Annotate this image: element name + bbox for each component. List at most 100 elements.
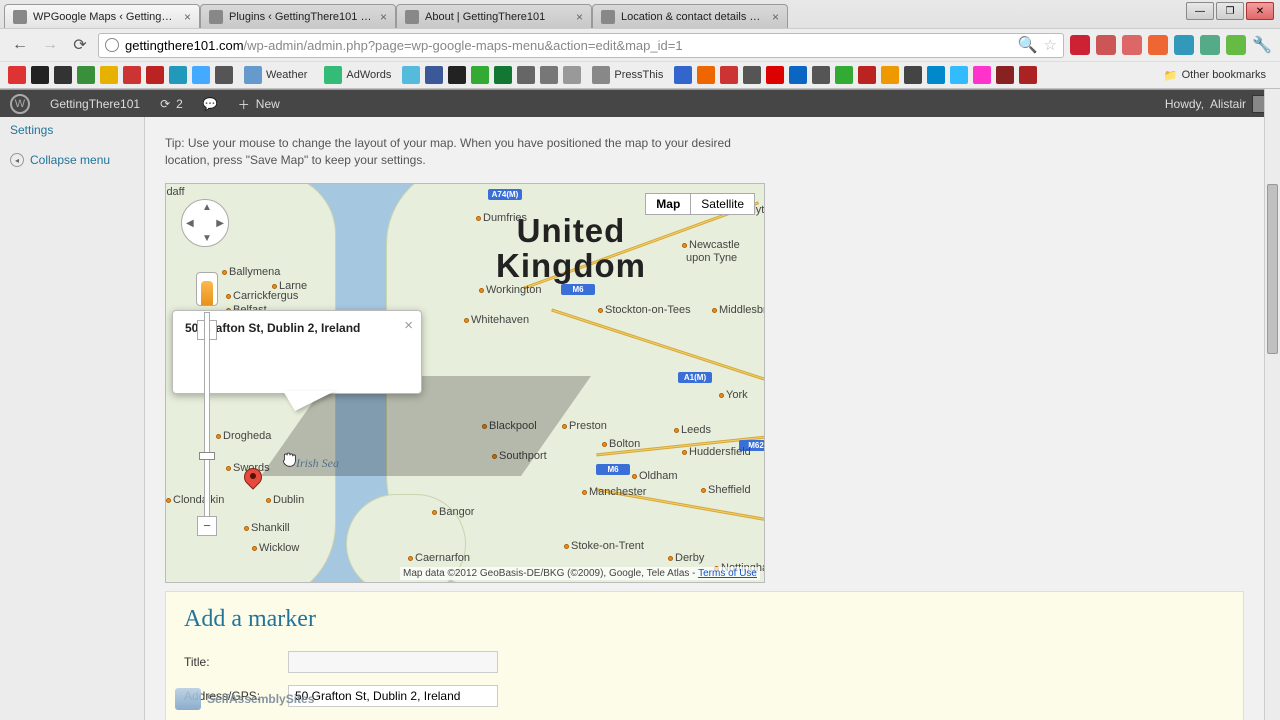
bookmark-star-icon[interactable]: ☆ [1044, 36, 1057, 54]
window-maximize-button[interactable]: ❐ [1216, 2, 1244, 20]
extension-icon[interactable] [1096, 35, 1116, 55]
bookmark-icon[interactable] [540, 66, 558, 84]
url-text[interactable]: gettingthere101.com/wp-admin/admin.php?p… [125, 38, 1012, 53]
bookmark-icon[interactable] [973, 66, 991, 84]
bookmark-icon[interactable] [123, 66, 141, 84]
adminbar-site-name[interactable]: GettingThere101 [40, 90, 150, 118]
bookmark-icon[interactable] [402, 66, 420, 84]
tab-close-icon[interactable]: × [380, 10, 387, 24]
pan-right-icon[interactable]: ▶ [216, 218, 224, 229]
address-input[interactable] [288, 685, 498, 707]
city-label: Huddersfield [682, 446, 751, 458]
extension-icon[interactable] [1174, 35, 1194, 55]
extension-icon[interactable] [1226, 35, 1246, 55]
title-input[interactable] [288, 651, 498, 673]
bookmark-icon[interactable] [674, 66, 692, 84]
bookmark-icon[interactable] [835, 66, 853, 84]
action-icon[interactable]: 🔍 [1018, 35, 1038, 55]
bookmark-icon[interactable] [77, 66, 95, 84]
bookmark-icon[interactable] [448, 66, 466, 84]
browser-tab-2[interactable]: Plugins ‹ GettingThere101 — W× [200, 4, 396, 28]
extension-icon[interactable] [1148, 35, 1168, 55]
forward-button[interactable]: → [38, 33, 62, 57]
bookmark-icon[interactable] [927, 66, 945, 84]
back-button[interactable]: ← [8, 33, 32, 57]
adminbar-new[interactable]: ＋New [228, 90, 290, 118]
bookmark-icon[interactable] [1019, 66, 1037, 84]
tip-text: Tip: Use your mouse to change the layout… [165, 135, 745, 169]
bookmark-icon[interactable] [425, 66, 443, 84]
pan-left-icon[interactable]: ◀ [186, 218, 194, 229]
favicon [13, 10, 27, 24]
window-close-button[interactable]: ✕ [1246, 2, 1274, 20]
browser-tab-3[interactable]: About | GettingThere101× [396, 4, 592, 28]
bookmark-icon[interactable] [858, 66, 876, 84]
scrollbar-thumb[interactable] [1267, 184, 1278, 354]
bookmark-icon[interactable] [215, 66, 233, 84]
bookmark-icon[interactable] [743, 66, 761, 84]
extension-icon[interactable] [1122, 35, 1142, 55]
map-terms-link[interactable]: Terms of Use [698, 568, 757, 579]
browser-tab-4[interactable]: Location & contact details of B...× [592, 4, 788, 28]
bookmark-icon[interactable] [192, 66, 210, 84]
zoom-slider-handle[interactable] [199, 452, 215, 460]
bookmark-icon[interactable] [996, 66, 1014, 84]
address-bar[interactable]: gettingthere101.com/wp-admin/admin.php?p… [98, 33, 1064, 58]
bookmark-icon[interactable] [789, 66, 807, 84]
bookmark-pressthis[interactable]: PressThis [586, 66, 669, 84]
adminbar-account[interactable]: Howdy, Alistair [1155, 90, 1280, 118]
wrench-menu-icon[interactable]: 🔧 [1252, 35, 1272, 55]
wp-logo-menu[interactable]: W [0, 90, 40, 118]
bookmark-icon[interactable] [563, 66, 581, 84]
bookmark-icon[interactable] [100, 66, 118, 84]
bookmark-icon[interactable] [517, 66, 535, 84]
bookmark-icon[interactable] [54, 66, 72, 84]
bookmark-icon[interactable] [697, 66, 715, 84]
sidemenu-settings[interactable]: Settings [0, 117, 144, 143]
extension-icon[interactable] [1200, 35, 1220, 55]
tab-close-icon[interactable]: × [576, 10, 583, 24]
zoom-out-button[interactable]: − [197, 516, 217, 536]
google-map[interactable]: A74(M) M6 M6 A1(M) M62 UnitedKingdom Iri… [165, 183, 765, 583]
bookmark-icon[interactable] [881, 66, 899, 84]
sidemenu-collapse[interactable]: ◂ Collapse menu [0, 143, 144, 177]
window-minimize-button[interactable]: — [1186, 2, 1214, 20]
reload-button[interactable]: ⟳ [68, 33, 92, 57]
bookmark-icon[interactable] [950, 66, 968, 84]
bookmark-icon[interactable] [146, 66, 164, 84]
country-label: UnitedKingdom [496, 214, 646, 284]
tab-close-icon[interactable]: × [772, 10, 779, 24]
streetview-pegman[interactable] [196, 272, 218, 306]
map-pan-control[interactable]: ▲ ▼ ◀ ▶ [181, 199, 229, 247]
adminbar-updates[interactable]: ⟳2 [150, 90, 193, 118]
browser-tab-1[interactable]: WPGoogle Maps ‹ GettingThere...× [4, 4, 200, 28]
zoom-slider[interactable] [204, 312, 210, 522]
infowindow-close-icon[interactable]: × [404, 317, 413, 334]
pan-up-icon[interactable]: ▲ [202, 202, 212, 213]
map-marker[interactable] [244, 468, 264, 488]
map-type-satellite[interactable]: Satellite [691, 194, 754, 214]
bookmark-icon[interactable] [169, 66, 187, 84]
bookmark-icon[interactable] [766, 66, 784, 84]
city-label: Stockton-on-Tees [598, 304, 691, 316]
page-scrollbar[interactable] [1264, 89, 1280, 720]
bookmark-weather[interactable]: Weather [238, 66, 313, 84]
other-bookmarks[interactable]: 📁Other bookmarks [1158, 66, 1272, 84]
map-attribution: Map data ©2012 GeoBasis-DE/BKG (©2009), … [400, 567, 760, 580]
bookmark-icon[interactable] [31, 66, 49, 84]
wp-admin-bar: W GettingThere101 ⟳2 💬 ＋New Howdy, Alist… [0, 90, 1280, 118]
city-label: Derby [668, 552, 704, 564]
extension-icon[interactable] [1070, 35, 1090, 55]
bookmark-icon[interactable] [494, 66, 512, 84]
bookmark-icon[interactable] [904, 66, 922, 84]
bookmark-adwords[interactable]: AdWords [318, 66, 397, 84]
bookmark-icon[interactable] [8, 66, 26, 84]
city-label: Clondalkin [166, 494, 224, 506]
bookmark-icon[interactable] [812, 66, 830, 84]
map-type-map[interactable]: Map [646, 194, 691, 214]
tab-close-icon[interactable]: × [184, 10, 191, 24]
bookmark-icon[interactable] [720, 66, 738, 84]
pan-down-icon[interactable]: ▼ [202, 233, 212, 244]
adminbar-comments[interactable]: 💬 [193, 90, 228, 118]
bookmark-icon[interactable] [471, 66, 489, 84]
